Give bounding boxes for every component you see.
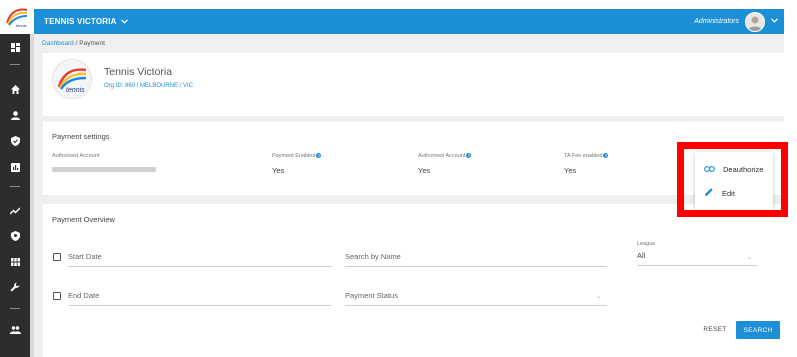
svg-text:tennis: tennis [16,23,27,28]
trending-icon[interactable] [0,201,30,221]
breadcrumb-current: Payment [79,40,105,47]
bar-chart-icon[interactable] [0,157,30,177]
start-date-label[interactable]: Start Date [68,252,102,261]
org-card: tennis Tennis Victoria Org ID: 860 / MEL… [43,53,784,116]
shield-check-icon[interactable] [0,131,30,151]
tennis-logo-icon: tennis [57,68,87,93]
payment-enabled-value: Yes [272,166,285,175]
sidebar [0,34,30,357]
sidebar-divider [10,64,20,65]
chevron-down-icon: ⌄ [596,294,602,300]
end-date-label[interactable]: End Date [68,291,99,300]
payment-status-select[interactable]: Payment Status [345,291,398,300]
info-icon[interactable]: ? [603,153,609,158]
info-icon[interactable]: ? [316,153,322,158]
authorised-account-value: Yes [418,166,431,175]
grid-icon[interactable] [0,252,30,272]
org-meta: Org ID: 860 / MELBOURNE / VIC [104,83,194,89]
payment-status-underline [345,305,607,306]
info-icon[interactable]: ? [466,153,472,158]
sidebar-divider [10,308,20,309]
org-name: Tennis Victoria [104,66,173,78]
payment-enabled-label: Payment Enabled ? [272,153,322,159]
masked-account-value [52,167,156,172]
top-bar: TENNIS VICTORIA Administrators [34,9,784,34]
org-switcher-label: TENNIS VICTORIA [44,17,117,26]
tennis-logo-icon: tennis [6,8,28,28]
annotation-highlight-box [677,142,788,217]
breadcrumb-dashboard-link[interactable]: Dashboard [42,40,74,47]
sidebar-divider [10,186,20,187]
league-select[interactable]: All [637,251,645,260]
end-date-checkbox[interactable] [53,292,61,300]
league-underline [637,265,757,266]
main-content: Dashboard / Payment tennis Tennis Victor… [34,34,784,357]
start-date-checkbox[interactable] [53,253,61,261]
avatar [745,11,765,32]
payment-overview-title: Payment Overview [52,215,115,224]
wrench-icon[interactable] [0,277,30,297]
org-switcher[interactable]: TENNIS VICTORIA [44,17,128,26]
chevron-down-icon [771,18,778,25]
shield-icon[interactable] [0,226,30,246]
breadcrumb: Dashboard / Payment [42,40,105,47]
person-icon[interactable] [0,105,30,125]
end-date-underline [68,305,332,306]
breadcrumb-separator: / [75,40,78,47]
payment-settings-title: Payment settings [52,132,110,141]
authorised-account-label: Authorised Account [52,153,100,159]
league-label: League [637,241,656,247]
app-logo[interactable]: tennis [0,0,34,34]
search-button[interactable]: SEARCH [736,321,780,339]
authorised-account-col-label: Authorised Account ? [418,153,472,159]
start-date-underline [68,266,332,267]
home-icon[interactable] [0,79,30,99]
search-by-name-underline [345,266,607,267]
user-menu[interactable]: Administrators [694,11,778,32]
org-logo: tennis [52,59,92,99]
chevron-down-icon [120,17,128,26]
payment-overview-card: Payment Overview Start Date Search by Na… [43,204,784,357]
ta-fee-value: Yes [564,166,577,175]
user-role-label: Administrators [694,18,739,25]
search-by-name-input[interactable]: Search by Name [345,252,401,261]
ta-fee-label: TA Fee enabled ? [564,153,609,159]
group-icon[interactable] [0,320,30,340]
payment-settings-card: Payment settings Authorised Account Paym… [43,122,784,195]
reset-button[interactable]: RESET [701,322,729,336]
dashboard-icon[interactable] [0,37,30,57]
chevron-down-icon: ⌄ [747,255,753,261]
svg-text:tennis: tennis [66,87,85,93]
